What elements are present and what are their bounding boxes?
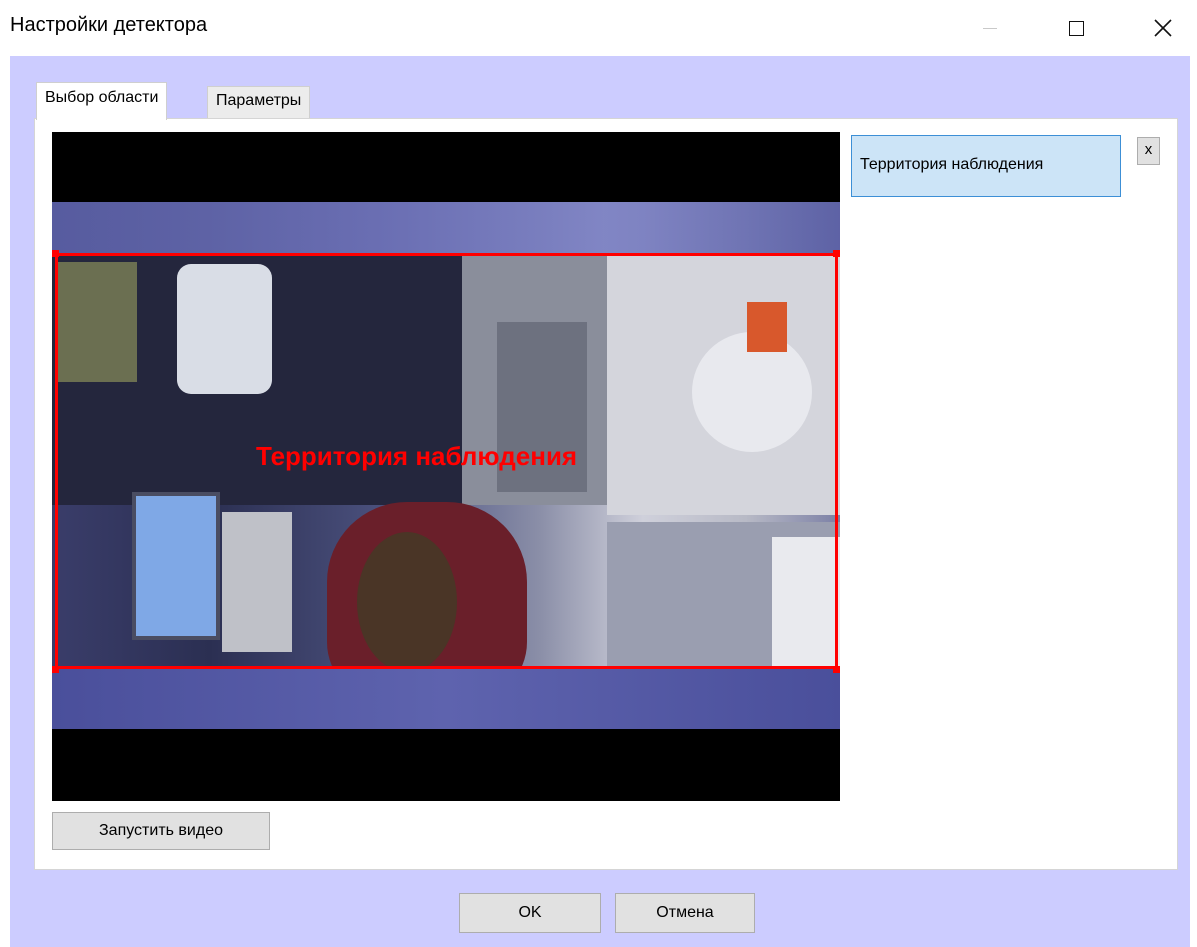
- ok-button[interactable]: OK: [459, 893, 601, 933]
- roi-handle-bottom-right[interactable]: [833, 666, 840, 673]
- roi-handle-top-right[interactable]: [833, 250, 840, 257]
- zone-list-item[interactable]: Территория наблюдения: [851, 135, 1121, 197]
- tab-area-selection[interactable]: Выбор области: [36, 82, 168, 120]
- detector-settings-window: Настройки детектора Выбор области Параме…: [0, 0, 1197, 947]
- dialog-client-area: Выбор области Параметры Территория наблю…: [10, 56, 1190, 947]
- minimize-button[interactable]: [960, 0, 1020, 56]
- cancel-button[interactable]: Отмена: [615, 893, 755, 933]
- window-title: Настройки детектора: [10, 14, 208, 36]
- roi-handle-top-left[interactable]: [52, 250, 59, 257]
- close-button[interactable]: [1133, 0, 1193, 56]
- title-bar: Настройки детектора: [0, 0, 1197, 56]
- maximize-button[interactable]: [1046, 0, 1106, 56]
- roi-handle-bottom-left[interactable]: [52, 666, 59, 673]
- maximize-icon: [1068, 20, 1084, 36]
- observation-area-label: Территория наблюдения: [256, 441, 578, 471]
- minimize-icon: [983, 27, 997, 29]
- video-preview[interactable]: Территория наблюдения: [52, 132, 840, 801]
- run-video-button[interactable]: Запустить видео: [52, 812, 270, 850]
- close-icon: [1154, 19, 1172, 37]
- tab-parameters[interactable]: Параметры: [207, 86, 311, 118]
- tab-panel-area-selection: Территория наблюдения Территория наблюде…: [34, 118, 1178, 870]
- remove-zone-button[interactable]: x: [1137, 137, 1160, 165]
